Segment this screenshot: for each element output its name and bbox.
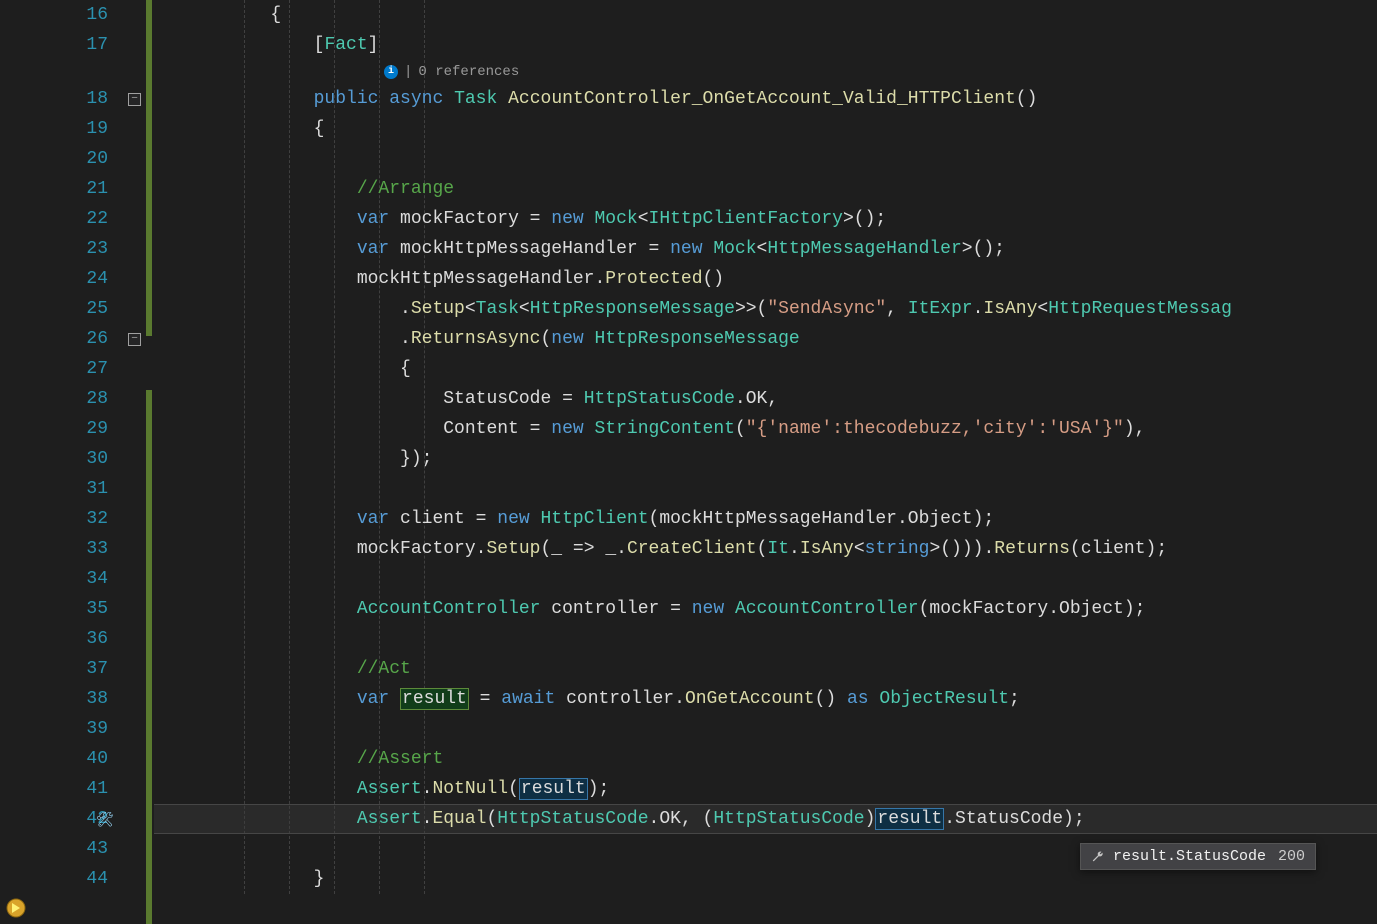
line-number: 19 xyxy=(86,114,108,144)
code-line[interactable]: Assert.Equal(HttpStatusCode.OK, (HttpSta… xyxy=(154,804,1377,834)
line-number: 18 xyxy=(86,84,108,114)
datatip-value: 200 xyxy=(1274,848,1305,865)
line-number: 44 xyxy=(86,864,108,894)
line-number: 37 xyxy=(86,654,108,684)
code-line[interactable]: var client = new HttpClient(mockHttpMess… xyxy=(154,504,1377,534)
line-number: 34 xyxy=(86,564,108,594)
line-number: 33 xyxy=(86,534,108,564)
change-marker xyxy=(146,390,152,924)
line-number-gutter[interactable]: 1617 181920212223242526272829303132333435… xyxy=(36,0,126,924)
line-number: 28 xyxy=(86,384,108,414)
line-number: 21 xyxy=(86,174,108,204)
code-line[interactable] xyxy=(154,564,1377,594)
code-editor: 1617 181920212223242526272829303132333435… xyxy=(0,0,1377,924)
codelens-text[interactable]: 0 references xyxy=(418,60,519,84)
line-number: 39 xyxy=(86,714,108,744)
code-line[interactable]: mockHttpMessageHandler.Protected() xyxy=(154,264,1377,294)
line-number: 25 xyxy=(86,294,108,324)
info-icon: i xyxy=(384,65,398,79)
code-line[interactable]: public async Task AccountController_OnGe… xyxy=(154,84,1377,114)
line-number: 23 xyxy=(86,234,108,264)
line-number: 35 xyxy=(86,594,108,624)
code-line[interactable]: var result = await controller.OnGetAccou… xyxy=(154,684,1377,714)
code-line[interactable] xyxy=(154,474,1377,504)
line-number: 27 xyxy=(86,354,108,384)
line-number: 22 xyxy=(86,204,108,234)
wrench-icon xyxy=(1091,850,1105,864)
line-number: 29 xyxy=(86,414,108,444)
datatip-expression: result.StatusCode xyxy=(1113,848,1266,865)
debug-datatip[interactable]: result.StatusCode 200 xyxy=(1080,843,1316,870)
code-line[interactable]: .ReturnsAsync(new HttpResponseMessage xyxy=(154,324,1377,354)
code-line[interactable]: mockFactory.Setup(_ => _.CreateClient(It… xyxy=(154,534,1377,564)
line-number: 16 xyxy=(86,0,108,30)
code-line[interactable]: var mockFactory = new Mock<IHttpClientFa… xyxy=(154,204,1377,234)
code-line[interactable] xyxy=(154,624,1377,654)
line-number: 31 xyxy=(86,474,108,504)
line-number: 38 xyxy=(86,684,108,714)
line-number: 26 xyxy=(86,324,108,354)
quick-actions-icon[interactable]: 🛠 xyxy=(96,812,114,829)
codelens-references[interactable]: i | 0 references xyxy=(154,60,519,84)
code-line[interactable]: Content = new StringContent("{'name':the… xyxy=(154,414,1377,444)
line-number: 41 xyxy=(86,774,108,804)
line-number: 36 xyxy=(86,624,108,654)
code-line[interactable]: .Setup<Task<HttpResponseMessage>>("SendA… xyxy=(154,294,1377,324)
code-line[interactable] xyxy=(154,144,1377,174)
code-folding-column[interactable]: − − xyxy=(126,0,146,924)
line-number: 43 xyxy=(86,834,108,864)
line-number: 32 xyxy=(86,504,108,534)
code-line[interactable]: var mockHttpMessageHandler = new Mock<Ht… xyxy=(154,234,1377,264)
code-line[interactable] xyxy=(154,714,1377,744)
code-line[interactable]: StatusCode = HttpStatusCode.OK, xyxy=(154,384,1377,414)
code-line[interactable]: [Fact] xyxy=(154,30,1377,60)
code-line[interactable]: }); xyxy=(154,444,1377,474)
change-indicator-column xyxy=(146,0,154,924)
line-number: 17 xyxy=(86,30,108,60)
breakpoint-margin[interactable] xyxy=(0,0,36,924)
fold-toggle-icon[interactable]: − xyxy=(128,93,141,106)
code-line[interactable]: AccountController controller = new Accou… xyxy=(154,594,1377,624)
line-number: 24 xyxy=(86,264,108,294)
code-text-area[interactable]: { [Fact]i | 0 references public async Ta… xyxy=(154,0,1377,924)
code-line[interactable]: //Assert xyxy=(154,744,1377,774)
change-marker xyxy=(146,0,152,336)
code-line[interactable]: //Act xyxy=(154,654,1377,684)
code-line[interactable]: { xyxy=(154,0,1377,30)
code-line[interactable]: Assert.NotNull(result); xyxy=(154,774,1377,804)
code-line[interactable]: //Arrange xyxy=(154,174,1377,204)
code-line[interactable]: { xyxy=(154,114,1377,144)
fold-toggle-icon[interactable]: − xyxy=(128,333,141,346)
line-number: 20 xyxy=(86,144,108,174)
line-number: 40 xyxy=(86,744,108,774)
debug-current-line-arrow xyxy=(6,898,26,918)
code-line[interactable]: { xyxy=(154,354,1377,384)
line-number: 30 xyxy=(86,444,108,474)
